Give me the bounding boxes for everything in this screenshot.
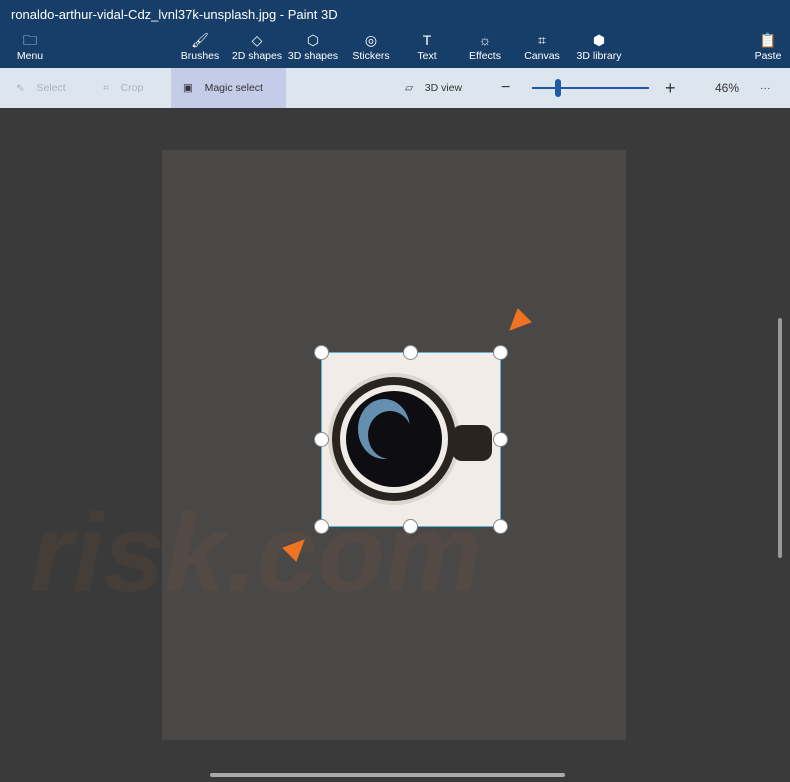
zoom-in-button[interactable]: + (665, 68, 676, 108)
zoom-out-button[interactable]: − (501, 68, 510, 108)
resize-handle-bottom[interactable] (403, 519, 418, 534)
window-title: ronaldo-arthur-vidal-Cdz_lvnl37k-unsplas… (0, 0, 790, 30)
3d-shapes-button[interactable]: ⬡ 3D shapes (283, 30, 343, 68)
canvas-button[interactable]: ⌗ Canvas (512, 30, 572, 68)
magic-select-icon: ▣ (183, 82, 193, 94)
3d-library-icon: ⬢ (592, 32, 606, 48)
resize-handle-top[interactable] (403, 345, 418, 360)
zoom-slider[interactable] (532, 68, 649, 108)
more-options-button[interactable]: ··· (760, 68, 771, 108)
toolbar: ⇖ Select ⌗ Crop ▣ Magic select ▱ 3D view… (0, 68, 790, 108)
stickers-button[interactable]: ◎ Stickers (341, 30, 401, 68)
cube-icon: ⬡ (306, 32, 320, 48)
magic-select-button[interactable]: ▣ Magic select (171, 68, 286, 108)
cursor-icon: ⇖ (16, 82, 25, 94)
zoom-slider-thumb[interactable] (554, 79, 561, 97)
sticker-icon: ◎ (364, 32, 378, 48)
zoom-level[interactable]: 46% (715, 68, 739, 108)
2d-shapes-icon: ◇ (251, 32, 263, 48)
menu-button[interactable]: 🗀 Menu (0, 30, 60, 68)
clipboard-icon: 📋 (759, 32, 777, 48)
text-icon: T (422, 32, 432, 48)
select-button[interactable]: ⇖ Select (16, 68, 66, 108)
3d-view-icon: ▱ (405, 82, 414, 94)
brush-icon: 🖌 (191, 32, 209, 48)
coffee-cup-image (328, 373, 492, 505)
resize-handle-left[interactable] (314, 432, 329, 447)
vertical-scrollbar[interactable] (778, 318, 782, 558)
resize-handle-right[interactable] (493, 432, 508, 447)
canvas-icon: ⌗ (538, 32, 546, 48)
folder-icon: 🗀 (23, 32, 37, 48)
crop-icon: ⌗ (103, 82, 109, 94)
effects-button[interactable]: ☼ Effects (455, 30, 515, 68)
resize-handle-bottom-right[interactable] (493, 519, 508, 534)
selection-box[interactable] (321, 352, 501, 527)
resize-handle-bottom-left[interactable] (314, 519, 329, 534)
resize-handle-top-right[interactable] (493, 345, 508, 360)
horizontal-scrollbar[interactable] (210, 773, 565, 777)
paste-button[interactable]: 📋 Paste (738, 30, 790, 68)
3d-view-button[interactable]: ▱ 3D view (405, 68, 462, 108)
brushes-button[interactable]: 🖌 Brushes (170, 30, 230, 68)
text-button[interactable]: T Text (397, 30, 457, 68)
resize-handle-top-left[interactable] (314, 345, 329, 360)
ribbon: 🗀 Menu 🖌 Brushes ◇ 2D shapes ⬡ 3D shapes ◎ St… (0, 30, 790, 68)
sun-icon: ☼ (478, 32, 492, 48)
2d-shapes-button[interactable]: ◇ 2D shapes (227, 30, 287, 68)
crop-button[interactable]: ⌗ Crop (103, 68, 143, 108)
3d-library-button[interactable]: ⬢ 3D library (569, 30, 629, 68)
